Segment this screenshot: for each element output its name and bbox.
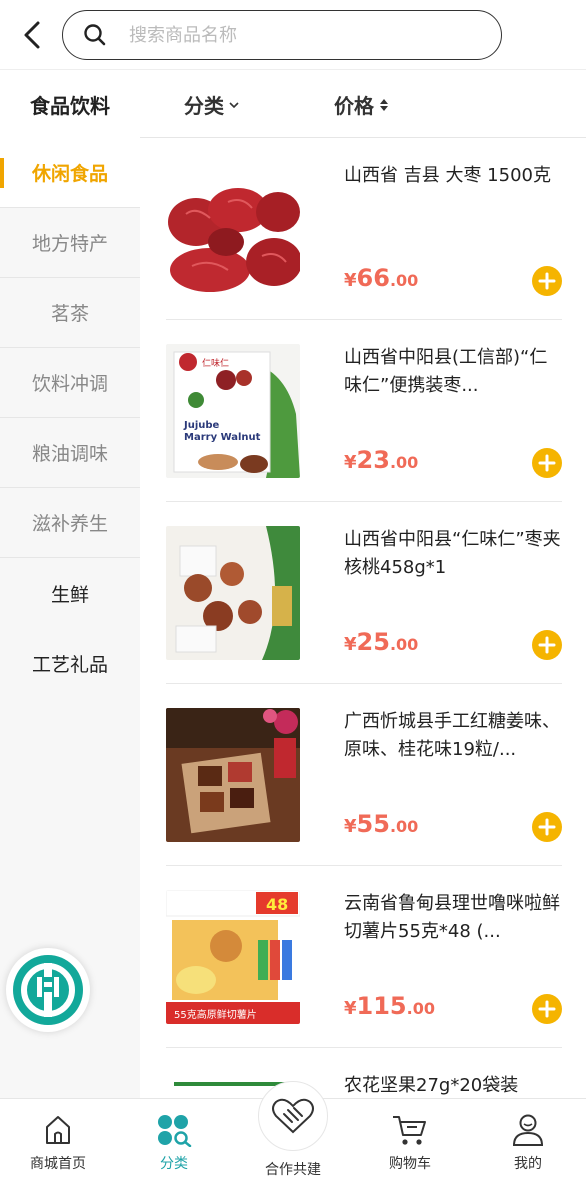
svg-text:Marry Walnut: Marry Walnut [184, 432, 261, 443]
sidebar-item-snacks[interactable]: 休闲食品 [0, 138, 140, 208]
plus-icon [538, 272, 556, 290]
add-to-cart-button[interactable] [532, 266, 562, 296]
product-name: 云南省鲁甸县理世噜咪啦鲜切薯片55克*48 (... [344, 893, 560, 942]
product-price: ¥55.00 [344, 810, 419, 838]
product-name: 山西省中阳县“仁味仁”枣夹核桃458g*1 [344, 529, 561, 578]
product-image [166, 708, 300, 842]
handshake-icon [272, 1098, 314, 1134]
nav-category[interactable]: 分类 [124, 1113, 224, 1179]
sidebar-item-health[interactable]: 滋补养生 [0, 488, 140, 558]
cart-icon [393, 1116, 426, 1145]
sidebar-item-beverages[interactable]: 饮料冲调 [0, 348, 140, 418]
product-price: ¥23.00 [344, 446, 419, 474]
nav-category-label: 分类 [160, 1156, 188, 1172]
product-name: 山西省中阳县(工信部)“仁味仁”便携装枣... [344, 347, 548, 396]
sidebar-item-grain-oil[interactable]: 粮油调味 [0, 418, 140, 488]
chevron-down-icon [229, 101, 239, 108]
sidebar-item-crafts[interactable]: 工艺礼品 [0, 628, 140, 698]
cooperation-button[interactable] [258, 1081, 328, 1151]
product-image [166, 526, 300, 660]
product-name: 山西省 吉县 大枣 1500克 [344, 165, 551, 186]
price-sort[interactable]: 价格 [334, 90, 390, 119]
svg-text:Jujube: Jujube [183, 420, 220, 431]
category-icon [158, 1115, 192, 1147]
search-input[interactable] [129, 24, 449, 46]
add-to-cart-button[interactable] [532, 630, 562, 660]
category-filter-label: 分类 [184, 94, 224, 118]
product-image-banner: 55克高原鲜切薯片 [174, 1008, 257, 1021]
home-icon [46, 1116, 70, 1144]
nav-cooperation[interactable]: 合作共建 [243, 1159, 343, 1182]
product-name: 广西忻城县手工红糖姜味、原味、桂花味19粒/... [344, 711, 560, 760]
product-item[interactable]: 仁味仁 Jujube Marry Walnut 山西省中阳县(工信部)“仁味仁”… [166, 320, 562, 502]
nav-home-label: 商城首页 [30, 1156, 86, 1172]
product-list: 山西省 吉县 大枣 1500克 ¥66.00 仁味仁 Jujube Marry … [140, 138, 586, 1098]
search-box[interactable] [62, 10, 502, 60]
profile-icon [512, 1114, 544, 1146]
product-image-badge: 48 [266, 895, 288, 914]
nav-profile-label: 我的 [514, 1156, 542, 1172]
plus-icon [538, 1000, 556, 1018]
plus-icon [538, 818, 556, 836]
product-item[interactable]: 广西忻城县手工红糖姜味、原味、桂花味19粒/... ¥55.00 [166, 684, 562, 866]
sidebar-item-fresh[interactable]: 生鲜 [0, 558, 140, 628]
product-name: 农花坚果27g*20袋装 [344, 1075, 519, 1096]
sidebar-item-tea[interactable]: 茗茶 [0, 278, 140, 348]
add-to-cart-button[interactable] [532, 448, 562, 478]
product-price: ¥66.00 [344, 264, 419, 292]
nav-profile[interactable]: 我的 [478, 1113, 578, 1179]
nav-cooperation-label: 合作共建 [265, 1162, 321, 1178]
search-icon [84, 24, 106, 46]
category-sidebar: 食品饮料 休闲食品 地方特产 茗茶 饮料冲调 粮油调味 滋补养生 生鲜 工艺礼品 [0, 70, 140, 1098]
sort-icon [380, 98, 388, 111]
floating-bank-logo[interactable] [6, 948, 90, 1032]
product-price: ¥115.00 [344, 992, 435, 1020]
filter-bar: 分类 价格 [140, 70, 586, 138]
product-image: 48 55克高原鲜切薯片 [166, 890, 300, 1024]
plus-icon [538, 636, 556, 654]
product-item[interactable]: 48 55克高原鲜切薯片 云南省鲁甸县理世噜咪啦鲜切薯片55克*48 (... … [166, 866, 562, 1048]
add-to-cart-button[interactable] [532, 994, 562, 1024]
nav-home[interactable]: 商城首页 [8, 1113, 108, 1179]
product-image: 仁味仁 Jujube Marry Walnut [166, 344, 300, 478]
product-item[interactable]: 山西省 吉县 大枣 1500克 ¥66.00 [166, 138, 562, 320]
bottom-nav: 商城首页 分类 合作共建 购物车 我的 [0, 1081, 586, 1182]
product-price: ¥25.00 [344, 628, 419, 656]
nav-cart-label: 购物车 [389, 1156, 431, 1172]
svg-text:仁味仁: 仁味仁 [202, 357, 229, 369]
sidebar-header: 食品饮料 [0, 70, 140, 138]
product-item[interactable]: 农花坚果27g*20袋装 [166, 1048, 562, 1098]
bank-logo-icon [13, 955, 83, 1025]
plus-icon [538, 454, 556, 472]
nav-cart[interactable]: 购物车 [360, 1113, 460, 1179]
product-image [166, 162, 300, 296]
top-bar [0, 0, 586, 70]
price-sort-label: 价格 [334, 94, 374, 118]
category-filter[interactable]: 分类 [184, 90, 240, 119]
product-item[interactable]: 山西省中阳县“仁味仁”枣夹核桃458g*1 ¥25.00 [166, 502, 562, 684]
sidebar-item-local-specialty[interactable]: 地方特产 [0, 208, 140, 278]
chevron-left-icon [24, 21, 40, 49]
add-to-cart-button[interactable] [532, 812, 562, 842]
back-button[interactable] [18, 20, 46, 50]
